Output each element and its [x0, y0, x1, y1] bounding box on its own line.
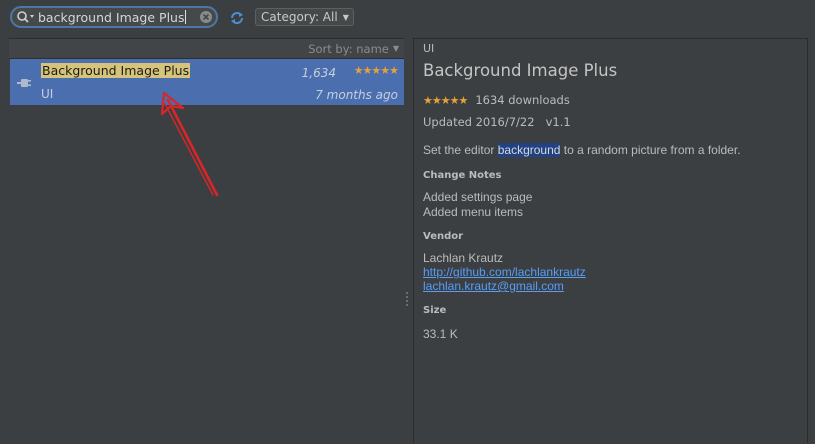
vendor-name: Lachlan Krautz [423, 251, 504, 265]
sort-chevron-icon: ▼ [392, 44, 399, 53]
change-notes: Added settings page Added menu items [423, 190, 532, 220]
detail-category: UI [423, 42, 435, 55]
sort-dropdown[interactable]: Sort by: name ▼ [9, 39, 404, 59]
rating-stars: ★★★★★ [423, 93, 468, 107]
description-text-post: to a random picture from a folder. [560, 143, 741, 157]
detail-title: Background Image Plus [423, 61, 618, 80]
search-icon[interactable] [16, 10, 36, 24]
detail-description: Set the editor background to a random pi… [423, 143, 741, 157]
change-note-item: Added menu items [423, 205, 524, 219]
vendor-url-link[interactable]: http://github.com/lachlankrautz [423, 265, 586, 279]
plugin-details-panel: UI Background Image Plus ★★★★★ 1634 down… [413, 38, 808, 443]
sort-label: Sort by: name [308, 41, 389, 56]
detail-rating: ★★★★★ 1634 downloads [423, 93, 570, 107]
plugin-list-item[interactable]: Background Image Plus UI 1,634 ★★★★★ 7 m… [10, 59, 404, 105]
panel-splitter-handle[interactable] [405, 290, 409, 310]
category-dropdown[interactable]: Category: All ▼ [255, 8, 354, 26]
description-text-pre: Set the editor [423, 143, 498, 157]
change-note-item: Added settings page [423, 190, 533, 204]
search-input[interactable]: background Image Plus [38, 10, 184, 25]
detail-updated-line: Updated 2016/7/22 v1.1 [423, 115, 571, 129]
detail-updated: Updated 2016/7/22 [423, 115, 535, 129]
size-heading: Size [423, 305, 447, 316]
plugin-size: 33.1 K [423, 327, 458, 341]
description-search-highlight: background [497, 143, 561, 157]
plugin-name: Background Image Plus [41, 63, 191, 78]
plugin-list-panel: Sort by: name ▼ Background Image Plus UI… [9, 38, 404, 444]
vendor-heading: Vendor [423, 231, 464, 242]
toolbar: background Image Plus Category: All ▼ [0, 0, 815, 36]
chevron-down-icon: ▼ [342, 12, 349, 22]
detail-version: v1.1 [545, 115, 571, 129]
vendor-email-link[interactable]: lachlan.krautz@gmail.com [423, 279, 586, 293]
detail-downloads: 1634 downloads [475, 93, 570, 107]
plugin-rating-stars: ★★★★★ [353, 64, 399, 77]
vendor-info: Lachlan Krautz http://github.com/lachlan… [423, 251, 586, 293]
change-notes-heading: Change Notes [423, 170, 502, 181]
text-caret [185, 10, 187, 24]
search-field[interactable]: background Image Plus [10, 6, 218, 28]
plugin-downloads: 1,634 [301, 66, 336, 80]
category-label: Category: All [261, 10, 338, 24]
plugin-updated: 7 months ago [315, 88, 398, 102]
plugin-category: UI [41, 87, 54, 101]
clear-search-icon[interactable] [199, 10, 213, 24]
plugin-plug-icon [17, 79, 31, 87]
refresh-icon[interactable] [228, 9, 246, 27]
